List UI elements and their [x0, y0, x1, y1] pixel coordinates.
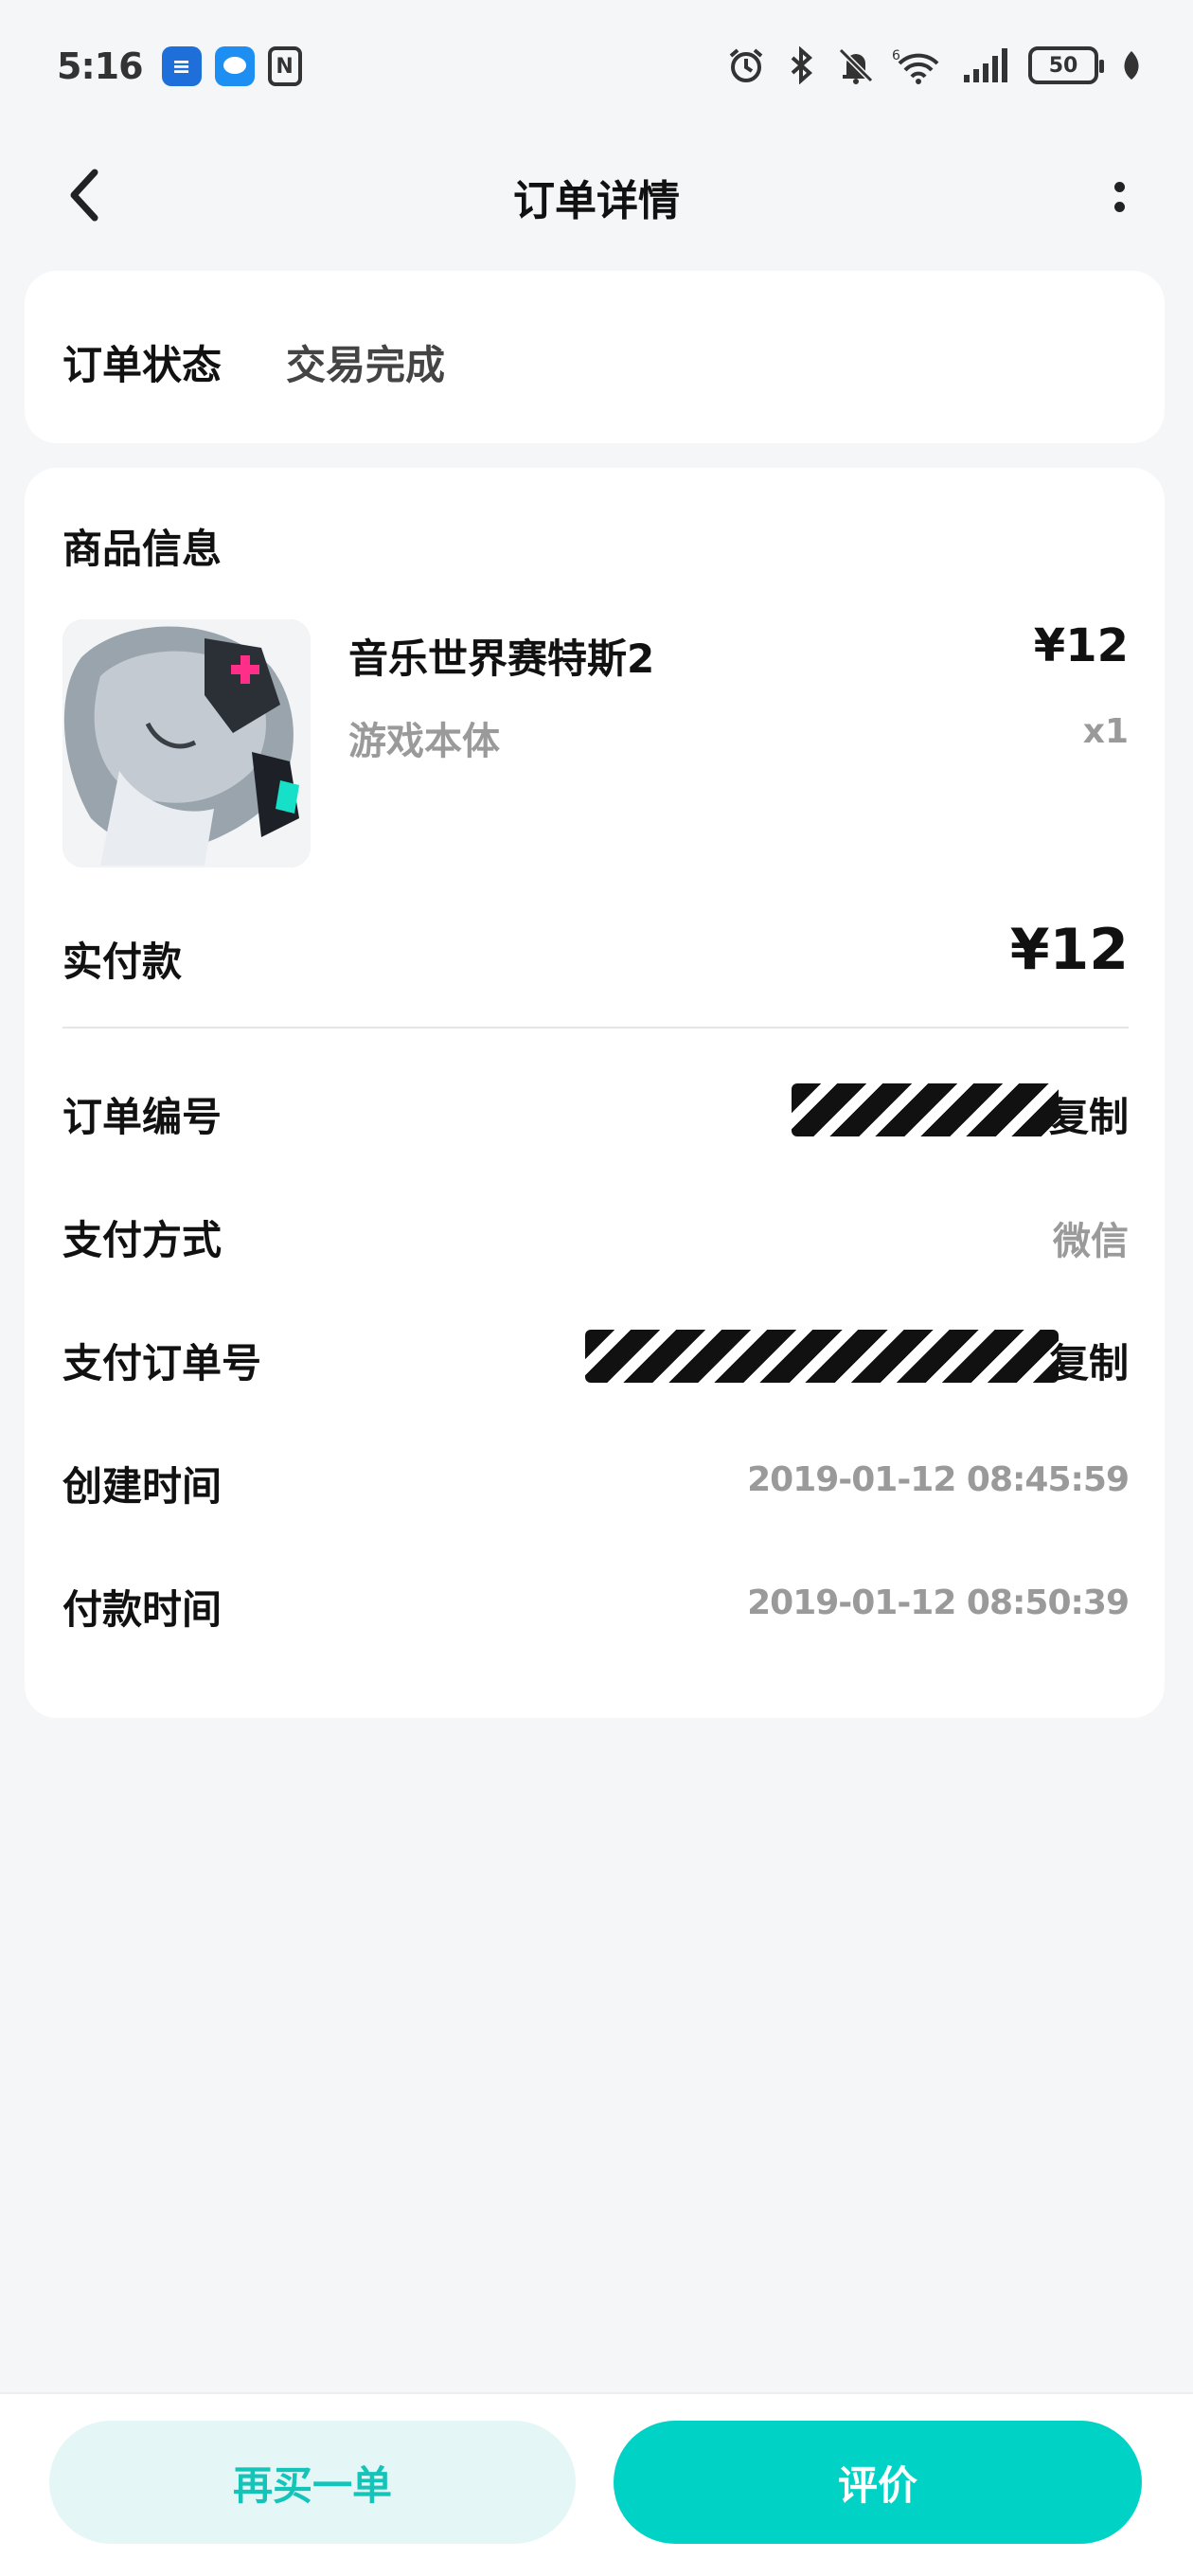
chat-bubble-icon [214, 46, 255, 86]
product-name: 音乐世界赛特斯2 [348, 635, 655, 682]
redacted-payment-order-number [585, 1330, 1059, 1383]
more-vertical-icon [1113, 182, 1125, 192]
payment-order-number-row: 支付订单号 复制 [62, 1316, 1129, 1392]
created-time-row: 创建时间 2019-01-12 08:45:59 [62, 1440, 1130, 1515]
order-status-card: 订单状态 交易完成 [25, 271, 1165, 443]
status-time: 5:16 [57, 45, 144, 87]
mute-bell-icon [837, 45, 875, 85]
order-number-row: 订单编号 复制 [62, 1070, 1129, 1146]
alarm-icon [727, 45, 765, 85]
redacted-order-number [792, 1083, 1059, 1136]
status-bar-right: 6 50 [727, 45, 1144, 85]
product-price: ¥12 [1033, 619, 1129, 672]
wifi-6-icon: 6 [892, 45, 945, 85]
list-app-icon: ≡ [161, 46, 202, 86]
paid-amount-label: 实付款 [62, 939, 183, 985]
payment-order-number-label: 支付订单号 [62, 1340, 262, 1386]
battery-indicator: 50 [1028, 46, 1104, 84]
payment-method-value: 微信 [1053, 1220, 1129, 1263]
page-title: 订单详情 [513, 177, 680, 225]
product-cover-image[interactable] [62, 619, 311, 868]
paid-amount-value: ¥12 [1009, 917, 1129, 983]
paid-time-row: 付款时间 2019-01-12 08:50:39 [62, 1563, 1130, 1638]
bluetooth-icon [782, 45, 820, 85]
paid-amount-row: 实付款 ¥12 [62, 911, 1129, 996]
product-quantity: x1 [1082, 712, 1129, 751]
payment-method-row: 支付方式 微信 [62, 1193, 1129, 1269]
copy-payment-order-number-button[interactable]: 复制 [1049, 1332, 1129, 1389]
more-button[interactable] [1100, 170, 1138, 224]
created-time-value: 2019-01-12 08:45:59 [747, 1460, 1130, 1499]
paid-time-label: 付款时间 [62, 1586, 223, 1633]
created-time-label: 创建时间 [62, 1463, 223, 1510]
divider [62, 1027, 1129, 1029]
status-bar: 5:16 ≡ N 6 50 [0, 0, 1193, 142]
product-info-card: 商品信息 音乐世界赛特斯2 游戏本体 ¥12 x1 实付款 ¥12 订单编号 复… [25, 468, 1165, 1718]
product-item[interactable]: 音乐世界赛特斯2 游戏本体 ¥12 x1 [62, 619, 1129, 868]
status-bar-left: 5:16 ≡ N [57, 45, 302, 87]
leaf-icon [1119, 45, 1144, 85]
rebuy-button[interactable]: 再买一单 [49, 2421, 576, 2544]
nfc-icon: N [267, 46, 302, 86]
signal-icon [962, 45, 1011, 85]
copy-order-number-button[interactable]: 复制 [1049, 1085, 1129, 1143]
payment-method-label: 支付方式 [62, 1217, 223, 1263]
order-status-label: 订单状态 [62, 342, 223, 388]
section-title: 商品信息 [62, 526, 223, 572]
bottom-action-bar: 再买一单 评价 [0, 2392, 1193, 2576]
order-status-value: 交易完成 [286, 342, 446, 388]
order-number-label: 订单编号 [62, 1094, 223, 1140]
review-button[interactable]: 评价 [614, 2421, 1142, 2544]
header: 订单详情 [0, 142, 1193, 256]
product-variant: 游戏本体 [348, 720, 500, 763]
paid-time-value: 2019-01-12 08:50:39 [747, 1583, 1130, 1622]
